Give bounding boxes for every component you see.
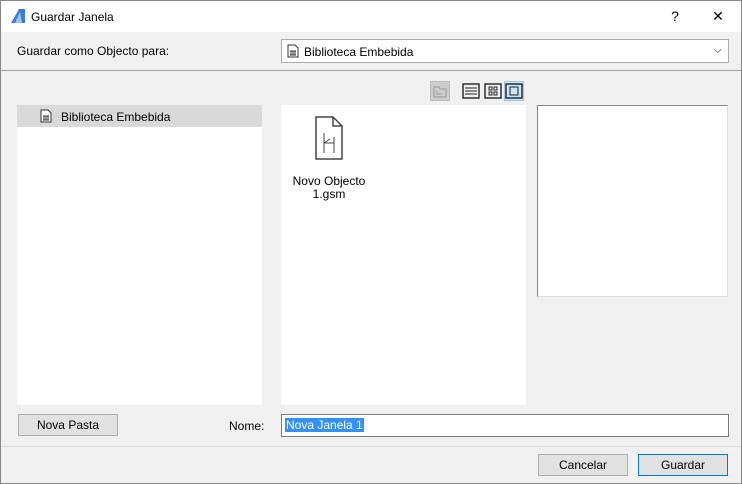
preview-pane <box>537 105 728 297</box>
save-dialog: Guardar Janela ? ✕ Guardar como Objecto … <box>0 0 742 484</box>
save-as-label: Guardar como Objecto para: <box>17 44 170 58</box>
close-button[interactable]: ✕ <box>703 5 733 27</box>
list-view-button[interactable] <box>461 81 481 101</box>
file-name: Novo Objecto 1.gsm <box>292 174 366 201</box>
preview-view-button[interactable] <box>504 81 524 101</box>
icon-view-button[interactable] <box>483 81 503 101</box>
parent-folder-button[interactable] <box>430 81 450 101</box>
folder-tree: Biblioteca Embebida <box>17 105 262 405</box>
cancel-button[interactable]: Cancelar <box>538 454 628 476</box>
name-input[interactable]: Nova Janela 1 <box>281 414 729 437</box>
tree-item[interactable]: Biblioteca Embebida <box>17 105 262 127</box>
name-input-value: Nova Janela 1 <box>285 418 364 432</box>
tree-item-label: Biblioteca Embebida <box>61 110 171 124</box>
object-file-icon <box>313 115 345 161</box>
library-icon <box>287 44 299 58</box>
app-logo-icon <box>10 8 26 24</box>
file-item[interactable]: Novo Objecto 1.gsm <box>289 115 369 201</box>
chevron-down-icon: ⌵ <box>713 44 722 56</box>
help-button[interactable]: ? <box>660 5 690 27</box>
library-icon <box>40 109 52 123</box>
save-location-value: Biblioteca Embebida <box>304 45 414 59</box>
save-button[interactable]: Guardar <box>638 454 728 476</box>
title-bar: Guardar Janela ? ✕ <box>1 1 741 32</box>
save-location-select[interactable]: Biblioteca Embebida ⌵ <box>281 39 729 63</box>
window-title: Guardar Janela <box>31 10 114 24</box>
name-label: Nome: <box>229 419 265 433</box>
new-folder-button[interactable]: Nova Pasta <box>18 414 118 436</box>
file-list: Novo Objecto 1.gsm <box>281 105 526 405</box>
